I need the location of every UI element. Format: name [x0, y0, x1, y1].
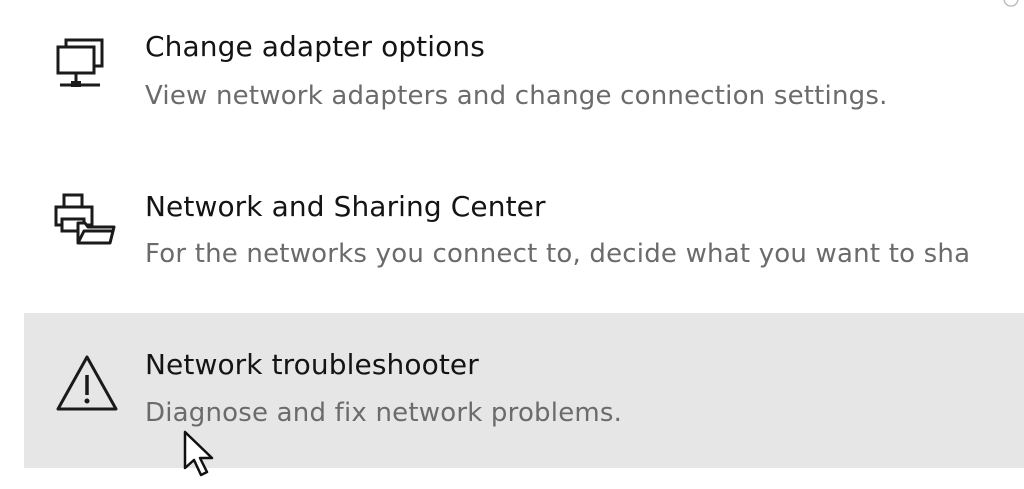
- warning-icon: [56, 355, 118, 411]
- mouse-pointer-icon: [183, 430, 214, 477]
- settings-link-network-sharing-center[interactable]: Network and Sharing Center For the netwo…: [0, 165, 1024, 305]
- item-description: For the networks you connect to, decide …: [145, 239, 971, 269]
- settings-link-change-adapter-options[interactable]: Change adapter options View network adap…: [0, 0, 1024, 150]
- item-description: View network adapters and change connect…: [145, 81, 888, 111]
- item-title: Network and Sharing Center: [145, 190, 546, 223]
- item-title: Network troubleshooter: [145, 348, 479, 381]
- item-description: Diagnose and fix network problems.: [145, 398, 623, 428]
- item-title: Change adapter options: [145, 30, 485, 63]
- settings-link-network-troubleshooter[interactable]: Network troubleshooter Diagnose and fix …: [24, 313, 1024, 468]
- monitor-network-icon: [56, 38, 104, 87]
- network-settings-panel: Change adapter options View network adap…: [0, 0, 1024, 489]
- printer-folder-icon: [54, 193, 116, 245]
